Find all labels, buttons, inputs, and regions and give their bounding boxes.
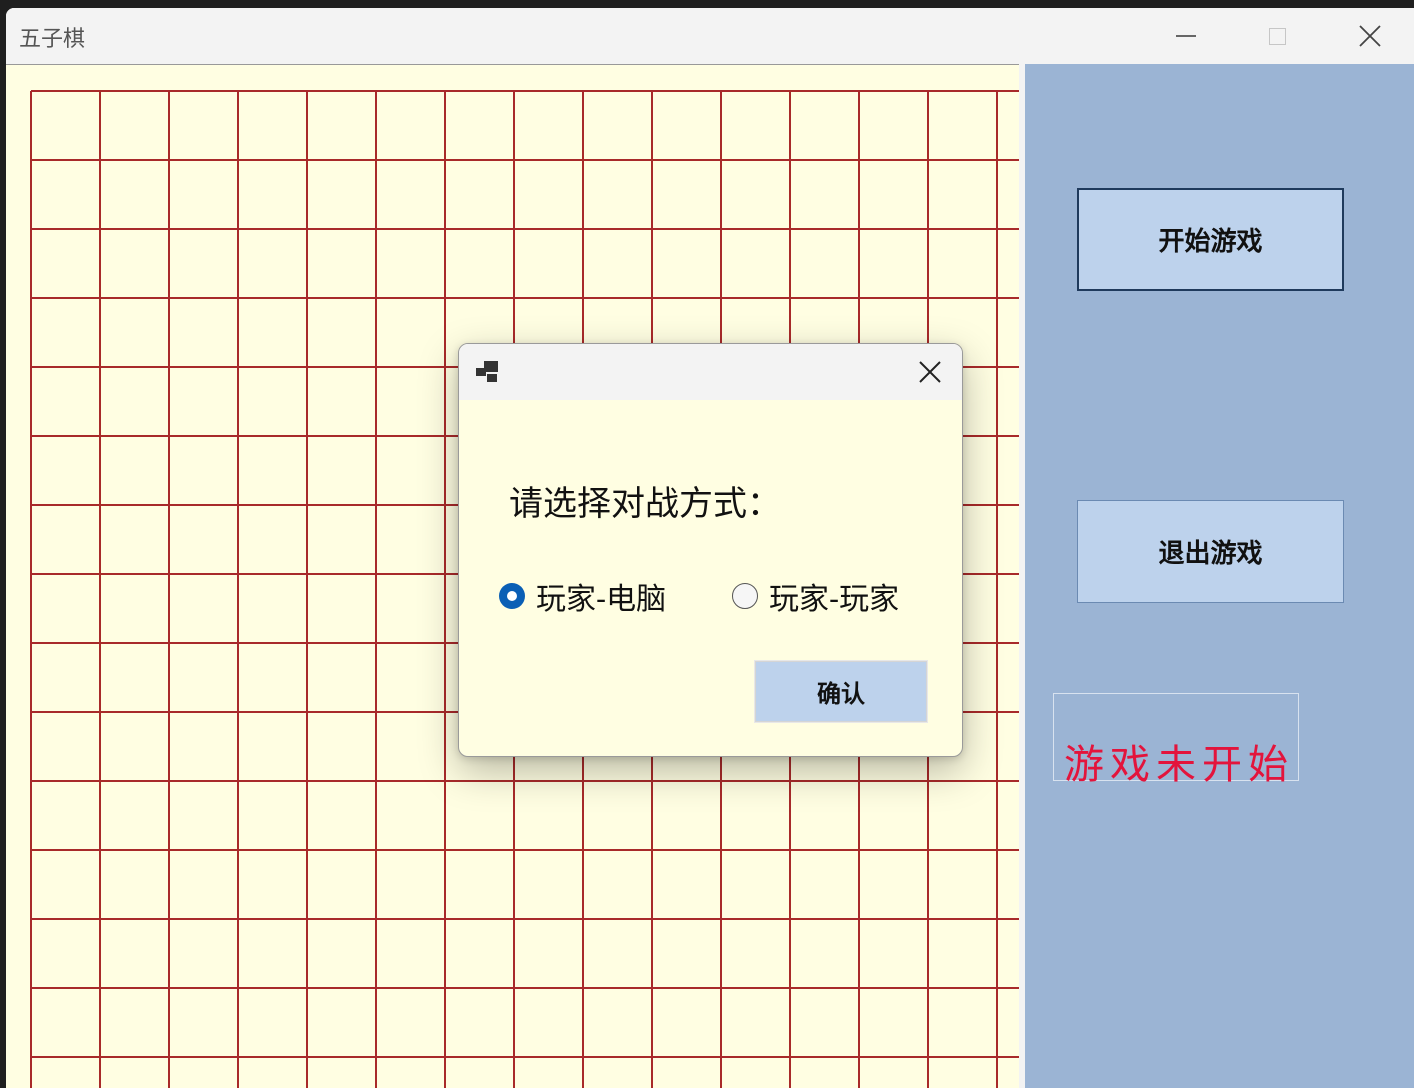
exit-game-button[interactable]: 退出游戏 (1077, 500, 1344, 603)
side-panel: 开始游戏 退出游戏 游戏未开始 (1025, 64, 1414, 1088)
close-icon (919, 361, 941, 383)
maximize-button[interactable] (1231, 8, 1323, 64)
dialog-close-button[interactable] (898, 344, 962, 400)
close-icon (1359, 25, 1381, 47)
minimize-icon (1176, 35, 1196, 37)
window-titlebar[interactable]: 五子棋 (6, 8, 1414, 64)
window-close-button[interactable] (1324, 8, 1414, 64)
radio-label: 玩家-电脑 (536, 582, 667, 617)
radio-player-vs-computer[interactable]: 玩家-电脑 (499, 574, 666, 618)
dialog-prompt: 请选择对战方式： (509, 484, 781, 524)
game-status-label: 游戏未开始 (1064, 742, 1294, 788)
maximize-icon (1268, 27, 1286, 45)
radio-button-unchecked[interactable] (732, 583, 758, 609)
radio-label: 玩家-玩家 (769, 582, 900, 617)
start-game-button[interactable]: 开始游戏 (1077, 188, 1344, 291)
mode-select-dialog: 请选择对战方式： 玩家-电脑 玩家-玩家 确认 (458, 343, 963, 757)
window-title: 五子棋 (19, 27, 86, 52)
confirm-button[interactable]: 确认 (754, 660, 928, 723)
status-box: 游戏未开始 (1053, 693, 1299, 788)
radio-button-checked[interactable] (499, 583, 525, 609)
dialog-titlebar[interactable] (459, 344, 962, 400)
radio-player-vs-player[interactable]: 玩家-玩家 (732, 574, 899, 618)
minimize-button[interactable] (1140, 8, 1232, 64)
app-window-icon (476, 361, 498, 382)
